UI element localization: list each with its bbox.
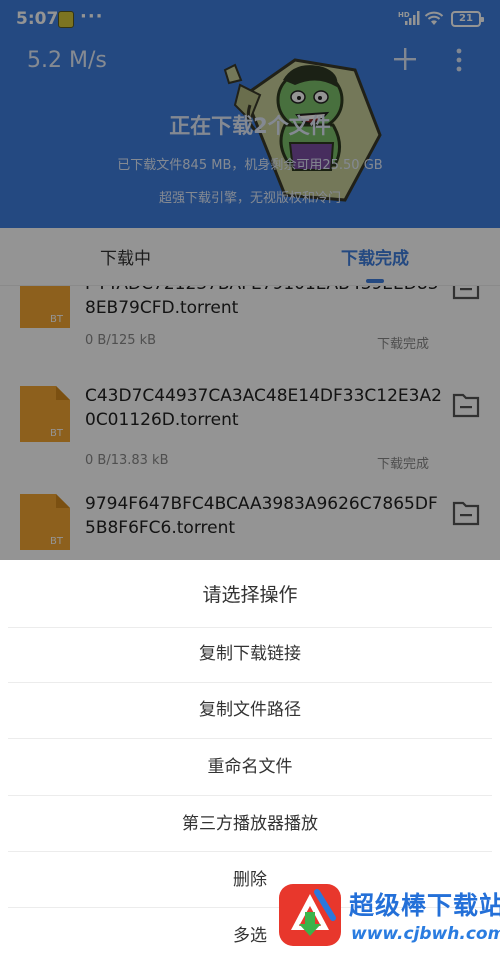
- third-party-player-button[interactable]: 第三方播放器播放: [0, 796, 500, 852]
- modal-backdrop[interactable]: [0, 0, 500, 560]
- action-sheet-title: 请选择操作: [202, 584, 298, 606]
- rename-file-button[interactable]: 重命名文件: [0, 739, 500, 795]
- copy-file-path-button[interactable]: 复制文件路径: [0, 682, 500, 738]
- watermark-url: www.cjbwh.com: [351, 924, 500, 944]
- watermark-title: 超级棒下载站: [349, 891, 500, 920]
- site-watermark: 超级棒下载站 www.cjbwh.com: [277, 880, 500, 953]
- watermark-logo-icon: [279, 884, 341, 946]
- copy-download-link-button[interactable]: 复制下载链接: [0, 626, 500, 682]
